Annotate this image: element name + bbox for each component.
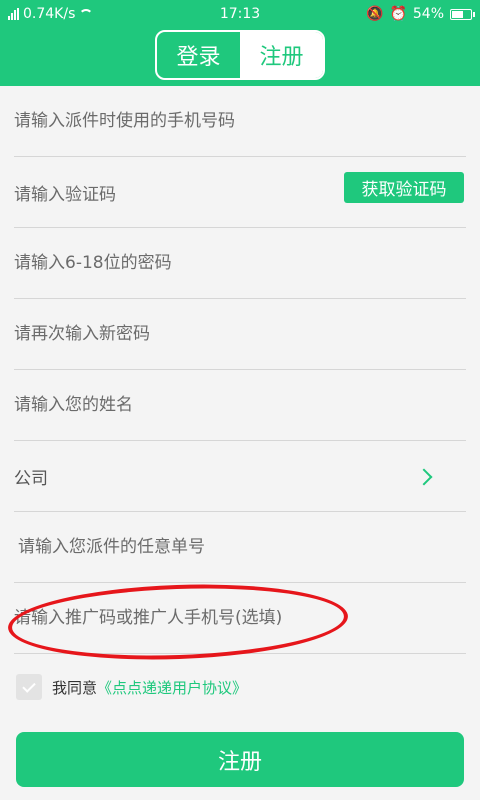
- name-input[interactable]: [14, 395, 334, 415]
- agreement: 我同意 《点点递递用户协议》: [16, 673, 247, 701]
- battery-percent: 54%: [412, 6, 444, 22]
- order-row: [14, 512, 466, 583]
- password-row: [14, 228, 466, 299]
- company-row[interactable]: 公司: [14, 441, 466, 512]
- confirm-password-row: [14, 299, 466, 370]
- confirm-password-input[interactable]: [14, 324, 334, 344]
- check-icon: [22, 678, 36, 693]
- name-row: [14, 370, 466, 441]
- agreement-link[interactable]: 《点点递递用户协议》: [97, 677, 247, 698]
- password-input[interactable]: [14, 253, 334, 273]
- referral-input[interactable]: [14, 608, 414, 628]
- code-row: 获取验证码: [14, 157, 466, 228]
- phone-input[interactable]: [14, 111, 334, 131]
- agreement-text: 我同意: [52, 678, 98, 697]
- login-register-switch: 登录 注册: [155, 30, 325, 80]
- signal-icon: [8, 8, 19, 20]
- company-label: 公司: [14, 468, 48, 489]
- clock: 17:13: [219, 6, 261, 22]
- status-bar: 0.74K/s 17:13 🔕 ⏰ 54%: [0, 0, 480, 28]
- tab-login[interactable]: 登录: [157, 32, 240, 78]
- header: 登录 注册: [0, 28, 480, 86]
- network-speed: 0.74K/s: [23, 6, 76, 22]
- wifi-icon: [79, 9, 94, 19]
- phone-row: [14, 86, 466, 157]
- agreement-checkbox[interactable]: [16, 674, 42, 700]
- get-code-button[interactable]: 获取验证码: [344, 172, 464, 203]
- referral-row: [14, 583, 466, 654]
- order-number-input[interactable]: [18, 537, 338, 557]
- tab-register[interactable]: 注册: [240, 32, 323, 78]
- register-button[interactable]: 注册: [16, 732, 464, 787]
- alarm-icon: ⏰: [389, 6, 407, 22]
- verification-code-input[interactable]: [14, 185, 334, 205]
- battery-icon: [450, 8, 475, 20]
- chevron-right-icon: [415, 468, 433, 486]
- mute-icon: 🔕: [366, 6, 384, 22]
